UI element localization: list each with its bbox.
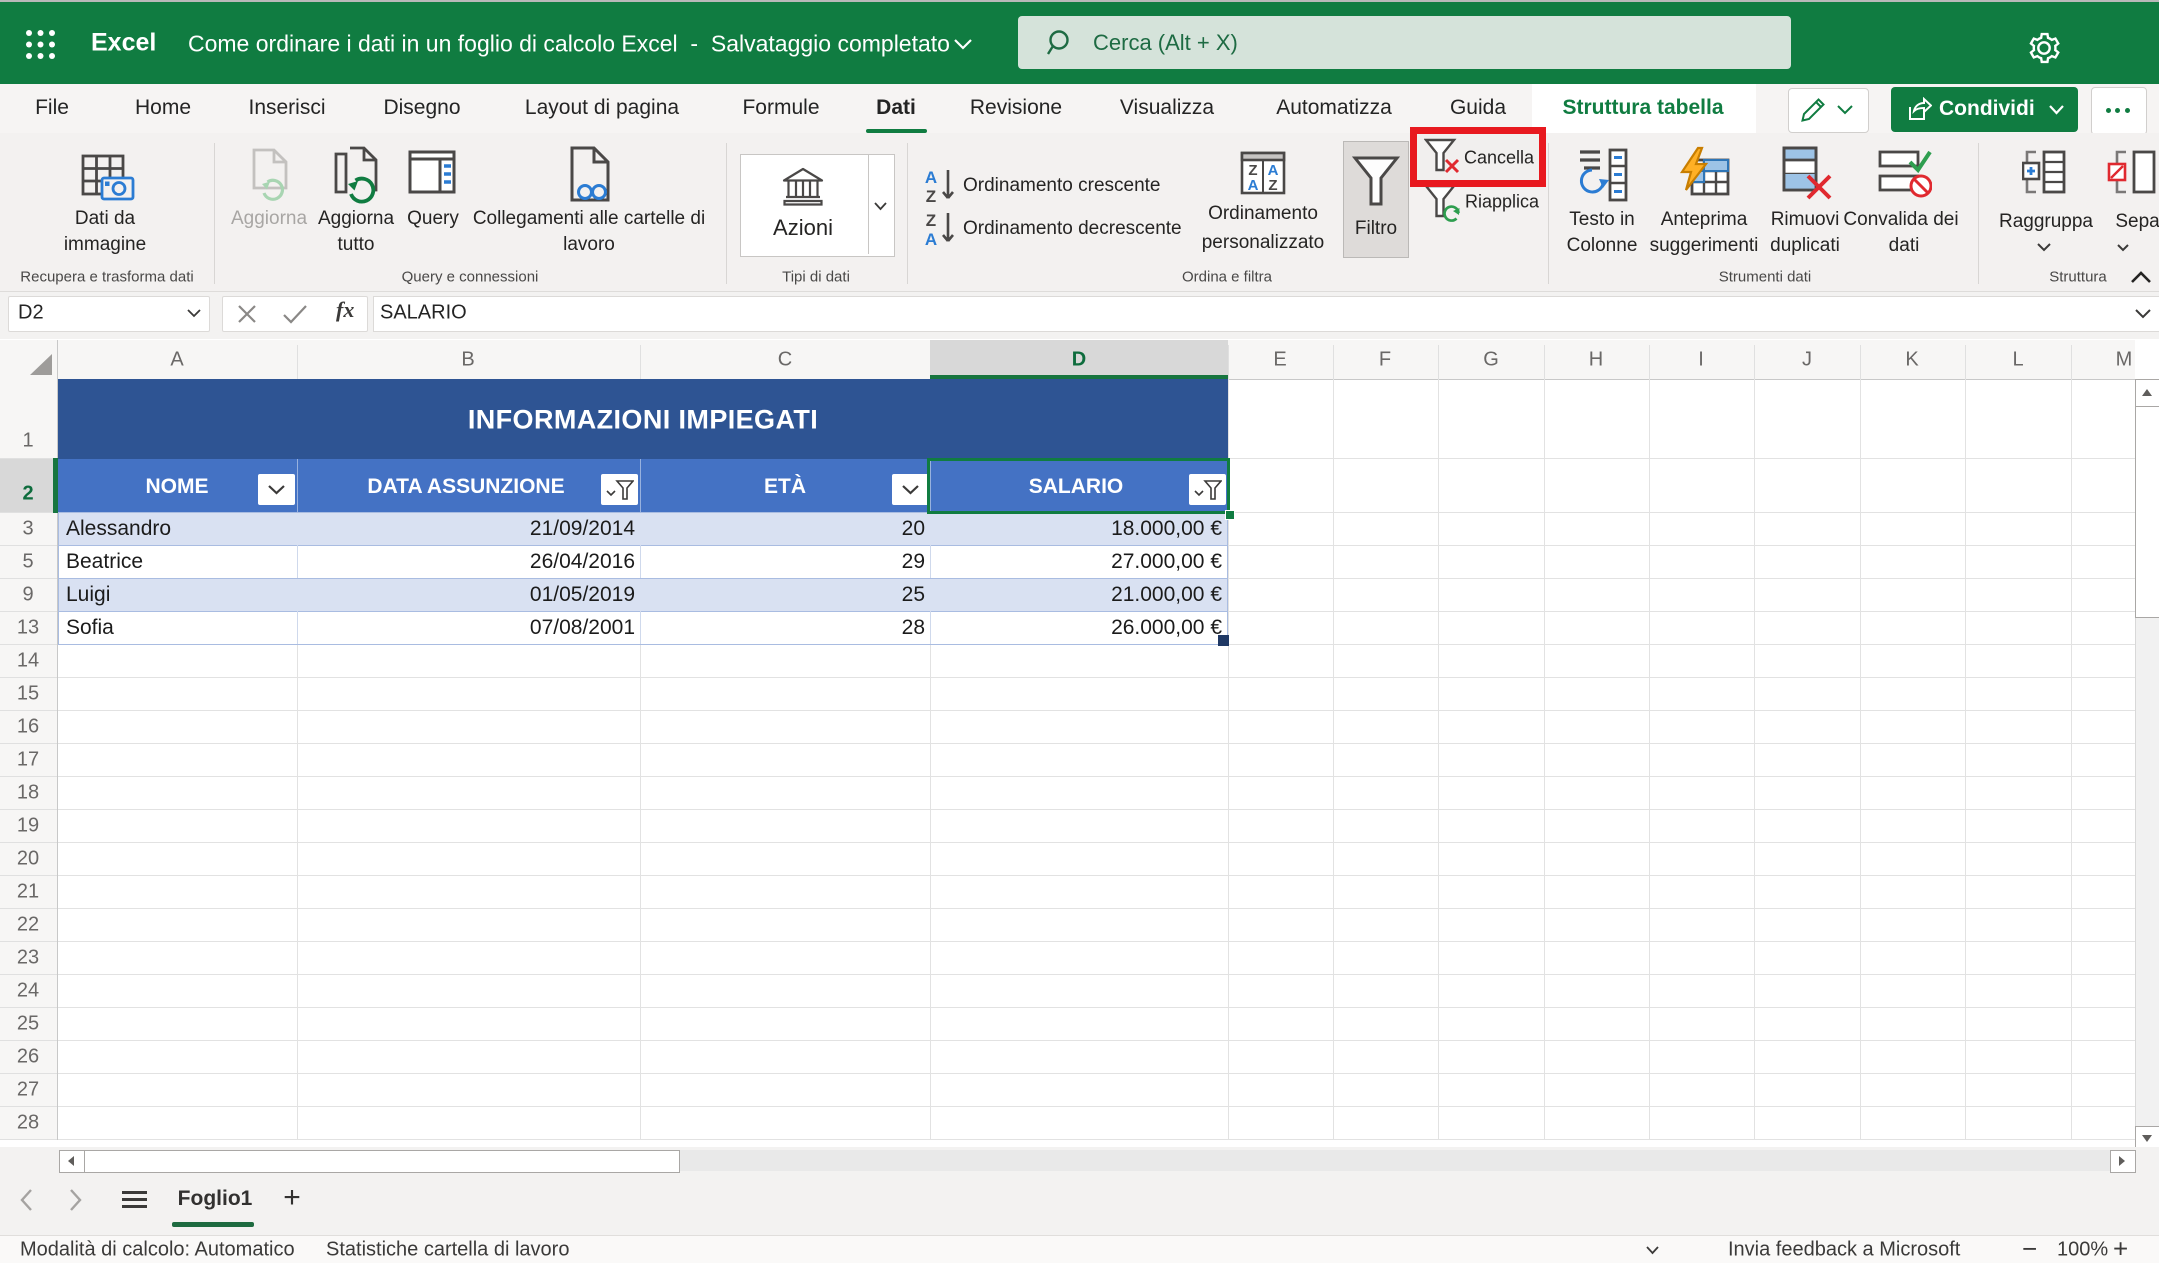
svg-text:A: A (925, 168, 937, 187)
svg-text:A: A (1248, 177, 1259, 194)
svg-text:Z: Z (926, 211, 936, 230)
svg-text:Z: Z (1268, 177, 1277, 194)
svg-text:A: A (925, 230, 937, 249)
svg-text:Z: Z (926, 187, 936, 206)
